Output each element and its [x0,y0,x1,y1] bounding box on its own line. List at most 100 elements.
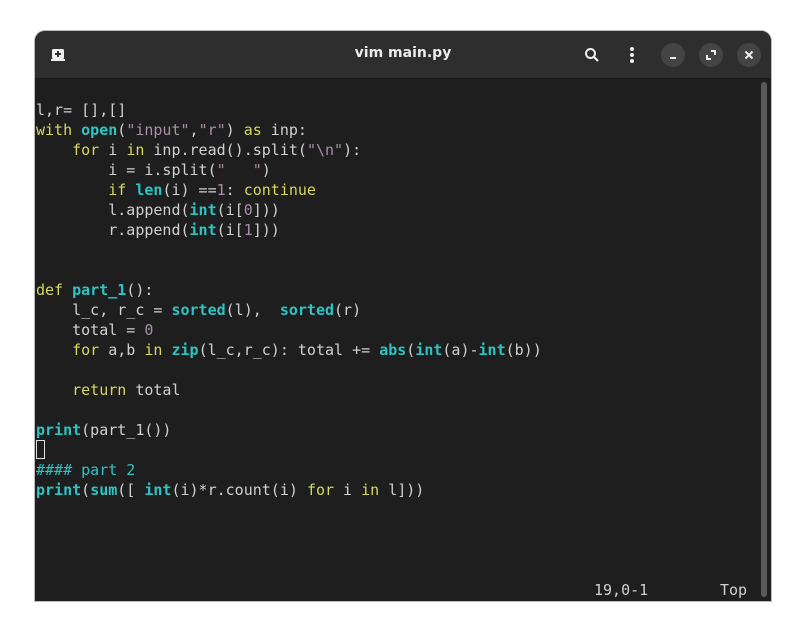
code-token: int [189,201,217,219]
code-token: ( [117,121,127,139]
code-token: 1 [216,181,226,199]
code-token: total [126,381,181,399]
code-token: (a)- [442,341,479,359]
maximize-button[interactable] [699,43,723,67]
code-token: in [144,341,163,359]
code-token: for [72,341,100,359]
code-token: : [225,181,244,199]
code-token: int [144,481,172,499]
code-token: r.append( [36,221,190,239]
code-line [36,440,45,460]
kebab-menu-icon[interactable] [621,44,643,66]
code-token: (l), [225,301,280,319]
code-line: print(sum([ int(i)*r.count(i) for i in l… [36,480,424,500]
code-token: i = i.split( [36,161,217,179]
code-token: return [72,381,127,399]
code-token: inp: [261,121,307,139]
code-line: i = i.split(" ") [36,160,271,180]
title-bar: vim main.py [35,31,771,79]
code-token: part_1 [72,281,127,299]
code-token: inp.read().split( [144,141,307,159]
code-token: a,b [99,341,145,359]
code-token: "input" [126,121,190,139]
code-token: (b)) [505,341,542,359]
code-token: sorted [171,301,226,319]
code-line: l_c, r_c = sorted(l), sorted(r) [36,300,361,320]
code-token: (i[ [216,221,244,239]
text-cursor [36,440,45,459]
code-line: return total [36,380,181,400]
code-token: ): [343,141,362,159]
code-line: l.append(int(i[0])) [36,200,280,220]
code-token: total = [36,321,145,339]
close-icon [744,50,754,60]
code-token: l_c, r_c = [36,301,172,319]
terminal-window: vim main.py 19,0-1 Top l,r= [],[] with op… [35,31,771,601]
code-token: with [36,121,73,139]
code-token: , [189,121,199,139]
code-token: continue [243,181,316,199]
code-token: " " [216,161,262,179]
code-token: i [99,141,127,159]
scroll-position: Top [720,581,748,599]
code-token: 0 [144,321,154,339]
code-token: l,r= [],[] [36,101,127,119]
code-token: (r) [334,301,362,319]
code-token: if [108,181,127,199]
code-token: ) [261,161,271,179]
code-line: for a,b in zip(l_c,r_c): total += abs(in… [36,340,542,360]
code-token: (i) == [162,181,217,199]
code-line: with open("input","r") as inp: [36,120,307,140]
code-token: (): [126,281,154,299]
code-token: int [189,221,217,239]
minimize-icon [670,57,676,59]
code-token: abs [379,341,407,359]
code-token: for [72,141,100,159]
close-button[interactable] [737,43,761,67]
cursor-position: 19,0-1 [594,581,649,599]
code-token: def [36,281,64,299]
code-token: (i)*r.count(i) [171,481,307,499]
code-line: total = 0 [36,320,153,340]
code-token: (i[ [216,201,244,219]
scrollbar[interactable] [761,82,767,597]
code-token: ])) [252,221,280,239]
code-line: def part_1(): [36,280,153,300]
code-token: ( [81,481,91,499]
code-line: r.append(int(i[1])) [36,220,280,240]
code-token: in [126,141,145,159]
code-token: #### part 2 [36,461,136,479]
code-token: ])) [252,201,280,219]
code-line: l,r= [],[] [36,100,126,120]
vim-editor[interactable]: 19,0-1 Top l,r= [],[] with open("input","… [35,79,757,601]
code-token: open [81,121,118,139]
search-icon[interactable] [581,44,603,66]
code-line: for i in inp.read().split("\n"): [36,140,361,160]
code-line: if len(i) ==1: continue [36,180,316,200]
code-token: ) [225,121,244,139]
code-token: zip [171,341,199,359]
code-token: (l_c,r_c): total += [198,341,380,359]
code-token: 0 [243,201,253,219]
code-token: for [306,481,335,499]
code-token: as [243,121,262,139]
code-token: print [36,481,82,499]
code-line: #### part 2 [36,460,135,480]
code-token: (part_1()) [81,421,172,439]
code-token: l])) [379,481,425,499]
code-token: "\n" [306,141,344,159]
code-token: "r" [198,121,226,139]
minimize-button[interactable] [661,43,685,67]
code-token: in [361,481,380,499]
code-token: ( [406,341,416,359]
code-token: len [135,181,163,199]
maximize-icon [706,50,716,60]
code-token: sum [90,481,118,499]
